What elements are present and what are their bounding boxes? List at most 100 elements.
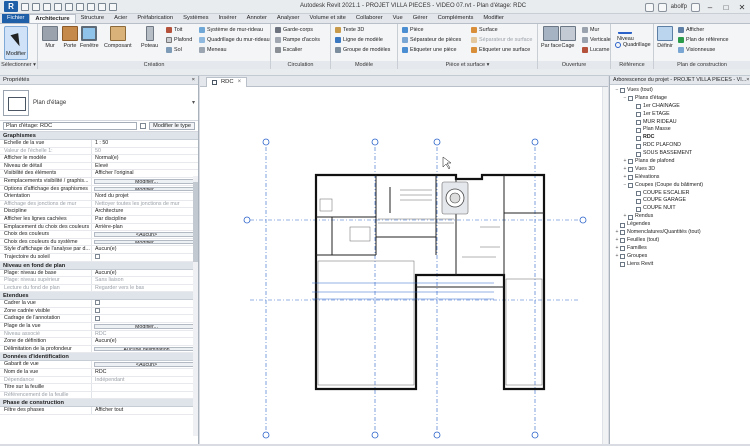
tab-1[interactable]: Architecture	[29, 14, 76, 23]
property-edit-button[interactable]: <Aucun>	[94, 362, 196, 368]
room-separator-button[interactable]: Séparateur de pièces	[402, 36, 461, 44]
shaft-button[interactable]: Cage	[560, 26, 576, 49]
browser-tree-item[interactable]: Légendes	[610, 221, 750, 229]
ramp-button[interactable]: Rampe d'accès	[275, 36, 320, 44]
browser-tree-item[interactable]: + Feuilles (tout)	[610, 237, 750, 245]
tab-7[interactable]: Annoter	[242, 14, 272, 23]
user-name[interactable]: abolfp	[671, 4, 687, 10]
modify-button[interactable]: Modifier	[4, 26, 28, 60]
type-selector[interactable]: Plan d'étage ▾	[0, 85, 198, 121]
browser-tree-item[interactable]: + Familles	[610, 245, 750, 253]
tab-13[interactable]: Compléments	[433, 14, 479, 23]
browser-tree-item[interactable]: RDC PLAFOND	[610, 142, 750, 150]
checkbox[interactable]	[95, 300, 100, 306]
browser-tree-item[interactable]: RDC	[610, 134, 750, 142]
floor-button[interactable]: Sol	[166, 46, 182, 54]
property-edit-button[interactable]: <Aucun>	[94, 232, 196, 237]
browser-tree-item[interactable]: Liens Revit	[610, 261, 750, 269]
tab-3[interactable]: Acier	[109, 14, 132, 23]
vertical-opening-button[interactable]: Verticale	[582, 36, 611, 44]
property-edit-button[interactable]: Modifier...	[94, 186, 196, 192]
property-edit-button[interactable]: Modifier...	[94, 324, 196, 329]
scrollbar-thumb[interactable]	[193, 182, 198, 262]
browser-tree-item[interactable]: − Vues (tout)	[610, 87, 750, 95]
property-value[interactable]: Par discipline	[92, 216, 198, 223]
show-workplane-button[interactable]: Afficher	[678, 26, 704, 34]
area-boundary-button[interactable]: Séparateur de surface	[471, 36, 532, 44]
tag-room-button[interactable]: Etiqueter une pièce	[402, 46, 456, 54]
property-value[interactable]	[92, 307, 198, 315]
tag-area-button[interactable]: Etiqueter une surface	[471, 46, 530, 54]
3d-view-icon[interactable]	[98, 2, 106, 11]
search-icon[interactable]	[644, 2, 654, 12]
property-value[interactable]: RDC	[92, 369, 198, 376]
panel-label-select[interactable]: Sélectionner ▾	[0, 61, 37, 69]
browser-tree-item[interactable]: SOUS BASSEMENT	[610, 150, 750, 158]
property-section-header[interactable]: Données d'identification	[0, 353, 198, 362]
wall-opening-button[interactable]: Mur	[582, 26, 599, 34]
redo-icon[interactable]	[54, 2, 62, 11]
browser-tree-item[interactable]: 1er CHAINAGE	[610, 103, 750, 111]
revit-logo-icon[interactable]: R	[4, 1, 18, 12]
tab-10[interactable]: Collaborer	[351, 14, 388, 23]
browser-tree-item[interactable]: COUPE NUIT	[610, 205, 750, 213]
tab-0[interactable]: Fichier	[2, 14, 30, 23]
tab-2[interactable]: Structure	[76, 14, 110, 23]
ceiling-button[interactable]: Plafond	[166, 36, 192, 44]
by-face-button[interactable]: Par face	[541, 26, 561, 49]
print-icon[interactable]	[65, 2, 73, 11]
property-value[interactable]: Afficher l'original	[92, 170, 198, 177]
stair-button[interactable]: Escalier	[275, 46, 302, 54]
help-icon[interactable]	[691, 2, 700, 12]
panel-label-piece[interactable]: Pièce et surface ▾	[398, 61, 537, 69]
edit-type-button[interactable]: Modifier le type	[149, 122, 195, 130]
roof-button[interactable]: Toit	[166, 26, 182, 34]
level-button[interactable]: Niveau	[617, 26, 634, 42]
column-button[interactable]: Poteau	[141, 26, 158, 49]
property-edit-button[interactable]: Modifier...	[94, 178, 196, 184]
properties-close-button[interactable]: ×	[192, 77, 195, 83]
view-scrollbar[interactable]	[602, 87, 608, 444]
mullion-button[interactable]: Meneau	[199, 46, 226, 54]
property-section-header[interactable]: Phase de construction	[0, 399, 198, 408]
browser-tree-item[interactable]: + Vues 3D	[610, 166, 750, 174]
tab-5[interactable]: Systèmes	[178, 14, 213, 23]
browser-tree-item[interactable]: + Elévations	[610, 174, 750, 182]
set-workplane-button[interactable]: Définir	[657, 26, 673, 49]
properties-scrollbar[interactable]	[193, 176, 198, 436]
tab-12[interactable]: Gérer	[408, 14, 433, 23]
browser-tree-item[interactable]: Plan Masse	[610, 126, 750, 134]
minimize-button[interactable]: –	[704, 2, 716, 12]
instance-filter-select[interactable]: Plan d'étage: RDC	[3, 122, 138, 130]
grid-button[interactable]: Quadrillage	[615, 42, 651, 48]
window-button[interactable]: Fenêtre	[80, 26, 99, 49]
property-value[interactable]	[92, 384, 198, 391]
browser-tree-item[interactable]: 1er ETAGE	[610, 111, 750, 119]
property-value[interactable]: Aucun(e)	[92, 270, 198, 277]
door-button[interactable]: Porte	[62, 26, 78, 49]
undo-icon[interactable]	[43, 2, 51, 11]
chevron-down-icon[interactable]: ▾	[192, 99, 195, 106]
browser-close-button[interactable]: ×	[746, 77, 749, 83]
curtain-system-button[interactable]: Système de mur-rideau	[199, 26, 263, 34]
text-icon[interactable]	[87, 2, 95, 11]
browser-tree-item[interactable]: − Coupes (Coupe du bâtiment)	[610, 182, 750, 190]
tab-14[interactable]: Modifier	[478, 14, 509, 23]
component-button[interactable]: Composant	[104, 26, 132, 49]
property-value[interactable]: Elevé	[92, 163, 198, 170]
tab-4[interactable]: Préfabrication	[132, 14, 178, 23]
measure-icon[interactable]	[76, 2, 84, 11]
property-section-header[interactable]: Niveau en fond de plan	[0, 261, 198, 270]
property-value[interactable]: Nord du projet	[92, 193, 198, 200]
browser-tree-item[interactable]: + Plans de plafond	[610, 158, 750, 166]
model-group-button[interactable]: Groupe de modèles	[335, 46, 390, 54]
property-value[interactable]	[92, 300, 198, 307]
area-button[interactable]: Surface	[471, 26, 498, 34]
user-icon[interactable]	[657, 2, 667, 12]
tab-6[interactable]: Insérer	[214, 14, 242, 23]
ref-plane-button[interactable]: Plan de référence	[678, 36, 729, 44]
dormer-button[interactable]: Lucarne	[582, 46, 609, 54]
property-section-header[interactable]: Etendues	[0, 292, 198, 301]
property-edit-button[interactable]: Aucune délimitation	[94, 346, 196, 352]
checkbox[interactable]	[95, 307, 100, 313]
